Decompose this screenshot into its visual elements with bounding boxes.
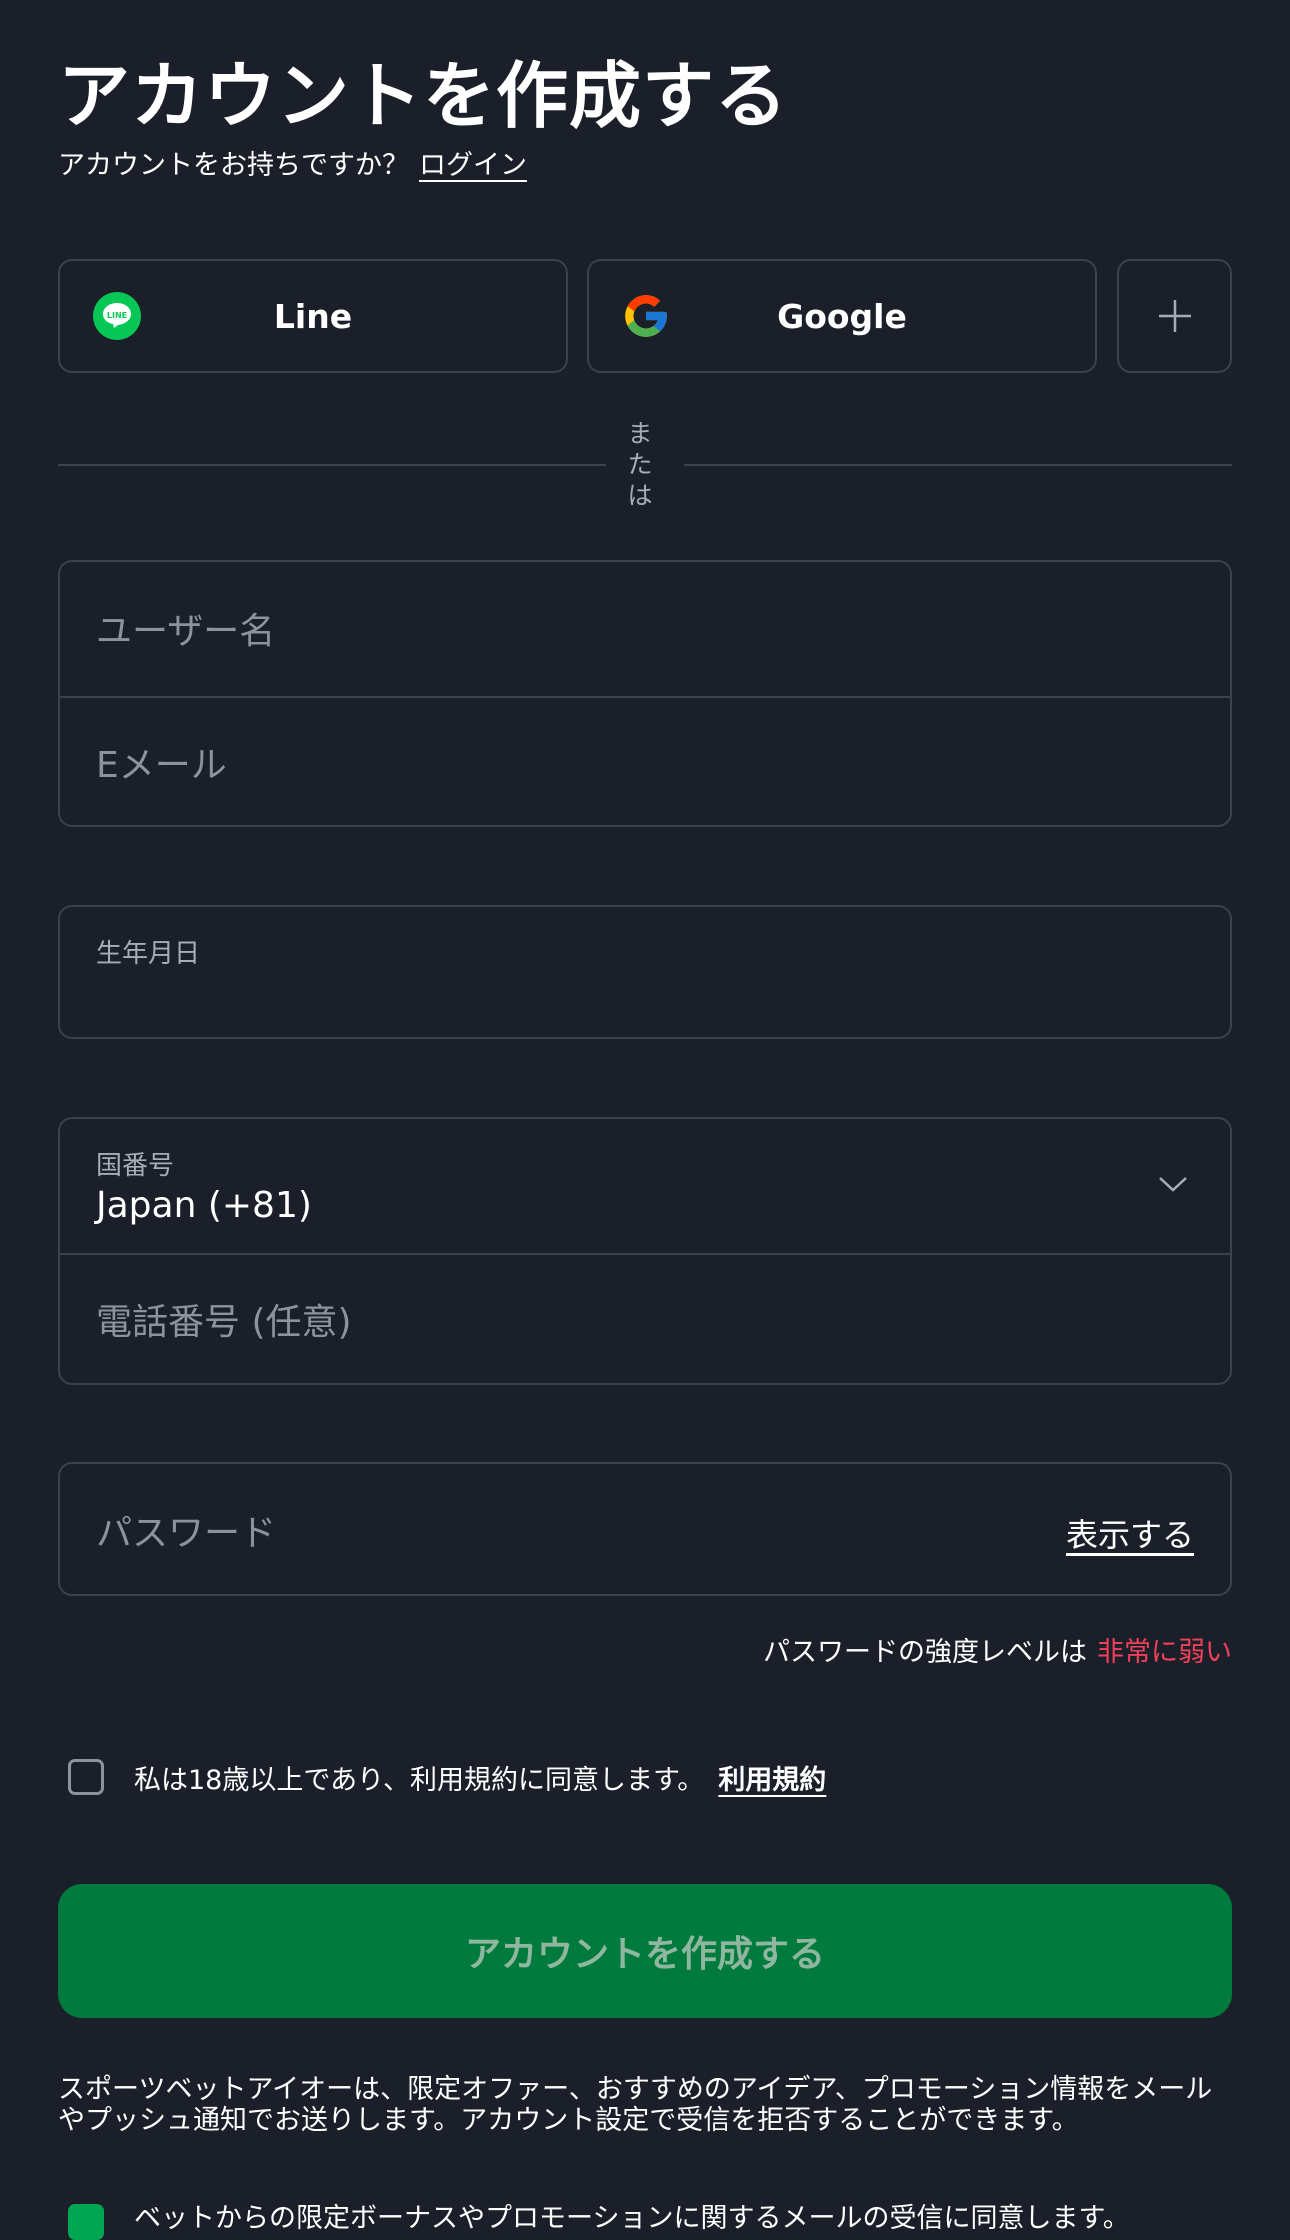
- login-link[interactable]: ログイン: [419, 150, 527, 181]
- email-field[interactable]: Eメール: [60, 698, 1230, 827]
- account-fields-group: ユーザー名 Eメール: [58, 560, 1232, 827]
- google-icon: [625, 295, 667, 337]
- or-char: ま: [627, 419, 653, 448]
- terms-text-row: 私は18歳以上であり、利用規約に同意します。 利用規約: [134, 1758, 826, 1797]
- login-prompt: アカウントをお持ちですか？ ログイン: [58, 146, 527, 186]
- phone-placeholder: 電話番号 (任意): [96, 1302, 352, 1343]
- phone-field[interactable]: 電話番号 (任意): [60, 1255, 1230, 1385]
- email-placeholder: Eメール: [96, 745, 227, 786]
- terms-text: 私は18歳以上であり、利用規約に同意します。: [134, 1765, 705, 1796]
- country-code-label: 国番号: [96, 1151, 175, 1181]
- plus-icon: [1158, 300, 1191, 332]
- line-label: Line: [273, 296, 353, 336]
- show-password-link[interactable]: 表示する: [1066, 1510, 1194, 1556]
- page-title: アカウントを作成する: [58, 54, 789, 138]
- google-login-button[interactable]: Google: [587, 259, 1097, 373]
- or-char: は: [627, 481, 653, 510]
- phone-fields-group: 国番号 Japan (+81) 電話番号 (任意): [58, 1117, 1232, 1385]
- line-login-button[interactable]: LINE Line: [58, 259, 568, 373]
- username-field[interactable]: ユーザー名: [60, 562, 1230, 696]
- username-placeholder: ユーザー名: [96, 611, 276, 652]
- country-code-select[interactable]: 国番号 Japan (+81): [60, 1119, 1230, 1253]
- marketing-consent-checkbox[interactable]: [68, 2204, 104, 2240]
- google-label: Google: [777, 296, 907, 336]
- or-divider-text: ま た は: [620, 418, 660, 511]
- divider-left: [58, 464, 606, 466]
- password-placeholder: パスワード: [96, 1513, 277, 1554]
- country-code-value: Japan (+81): [96, 1185, 312, 1226]
- terms-link[interactable]: 利用規約: [718, 1765, 826, 1796]
- line-icon: LINE: [93, 292, 141, 340]
- chevron-down-icon: [1159, 1177, 1187, 1192]
- password-field[interactable]: パスワード 表示する: [58, 1462, 1232, 1596]
- birthdate-field[interactable]: 生年月日: [58, 905, 1232, 1039]
- terms-checkbox[interactable]: [68, 1759, 104, 1795]
- have-account-text: アカウントをお持ちですか？: [58, 150, 409, 181]
- create-account-button[interactable]: アカウントを作成する: [58, 1884, 1232, 2018]
- more-options-button[interactable]: [1117, 259, 1232, 373]
- password-strength: パスワードの強度レベルは 非常に弱い: [763, 1630, 1232, 1669]
- marketing-info-text: スポーツベットアイオーは、限定オファー、おすすめのアイデア、プロモーション情報を…: [58, 2074, 1213, 2136]
- password-strength-label: パスワードの強度レベルは: [763, 1637, 1087, 1668]
- birthdate-label: 生年月日: [96, 939, 201, 969]
- divider-right: [684, 464, 1232, 466]
- password-strength-value: 非常に弱い: [1097, 1637, 1232, 1668]
- svg-text:LINE: LINE: [107, 311, 127, 320]
- or-char: た: [627, 450, 653, 479]
